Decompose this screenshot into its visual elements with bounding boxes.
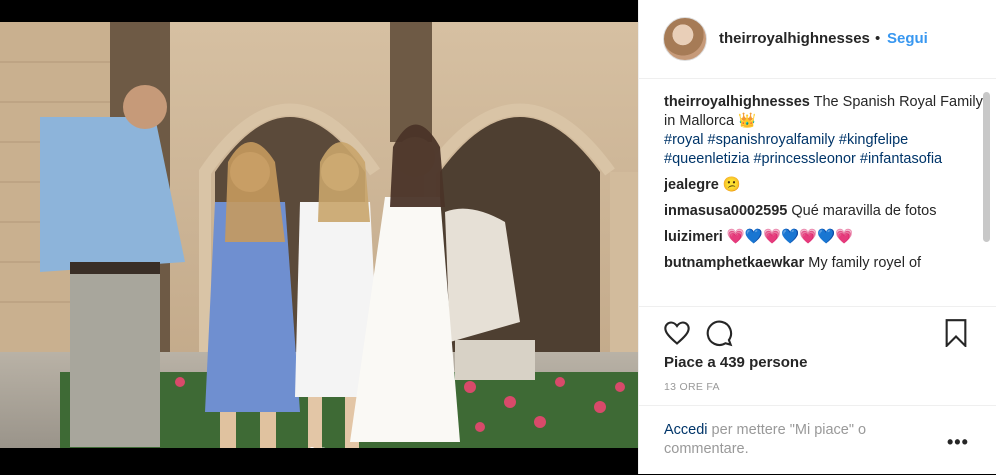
likes-count[interactable]: Piace a 439 persone bbox=[664, 354, 807, 371]
heart-icon[interactable] bbox=[663, 319, 691, 347]
more-options-button[interactable]: ••• bbox=[947, 432, 969, 453]
comment-text: 😕 bbox=[722, 177, 741, 193]
login-prompt: Accedi per mettere "Mi piace" o commenta… bbox=[639, 405, 996, 475]
post-side-panel: theirroyalhighnesses • Segui theirroyalh… bbox=[638, 0, 996, 474]
header-separator: • bbox=[875, 30, 881, 47]
comment-text: My family royel of bbox=[808, 255, 922, 271]
post-timestamp: 13 ORE FA bbox=[664, 381, 720, 393]
post-photo[interactable] bbox=[0, 22, 638, 448]
comment-item: jealegre 😕 bbox=[664, 176, 984, 195]
comment-icon[interactable] bbox=[705, 319, 733, 347]
comment-text: 💗💙💗💙💗💙💗 bbox=[726, 229, 854, 245]
bottom-black-bar bbox=[0, 448, 638, 474]
comment-item: butnamphetkaewkar My family royel of bbox=[664, 254, 984, 273]
comment-username-link[interactable]: inmasusa0002595 bbox=[664, 203, 787, 219]
comment-username-link[interactable]: butnamphetkaewkar bbox=[664, 255, 804, 271]
post-header: theirroyalhighnesses • Segui bbox=[639, 0, 996, 79]
caption: theirroyalhighnesses The Spanish Royal F… bbox=[664, 93, 984, 169]
header-username-link[interactable]: theirroyalhighnesses bbox=[719, 30, 870, 47]
post-actions: Piace a 439 persone 13 ORE FA bbox=[639, 306, 996, 417]
comment-item: inmasusa0002595 Qué maravilla de fotos bbox=[664, 202, 984, 221]
caption-hashtags[interactable]: #royal #spanishroyalfamily #kingfelipe #… bbox=[664, 132, 942, 167]
comments-list[interactable]: theirroyalhighnesses The Spanish Royal F… bbox=[664, 93, 984, 306]
caption-username-link[interactable]: theirroyalhighnesses bbox=[664, 94, 810, 110]
login-link[interactable]: Accedi bbox=[664, 422, 708, 438]
comments-scrollbar[interactable] bbox=[983, 92, 990, 242]
bookmark-icon[interactable] bbox=[944, 319, 968, 349]
comment-text: Qué maravilla de fotos bbox=[791, 203, 937, 219]
photo-illustration bbox=[0, 22, 638, 448]
login-prompt-text: Accedi per mettere "Mi piace" o commenta… bbox=[664, 421, 914, 459]
top-black-bar bbox=[0, 0, 638, 22]
comment-username-link[interactable]: jealegre bbox=[664, 177, 719, 193]
follow-button[interactable]: Segui bbox=[887, 30, 928, 47]
comment-username-link[interactable]: luizimeri bbox=[664, 229, 723, 245]
comment-item: luizimeri 💗💙💗💙💗💙💗 bbox=[664, 228, 984, 247]
avatar[interactable] bbox=[663, 17, 707, 61]
